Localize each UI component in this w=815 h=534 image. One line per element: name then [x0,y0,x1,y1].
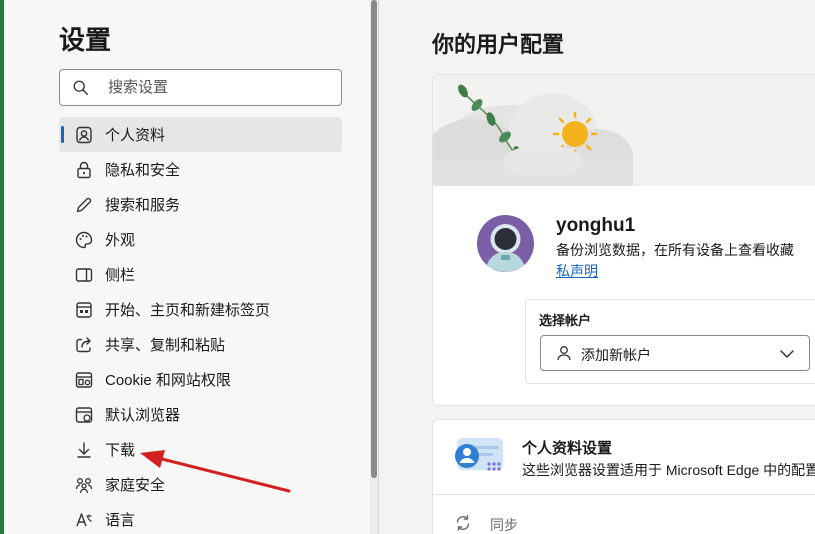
sidebar-scrollbar[interactable] [370,0,378,534]
sync-icon [456,515,470,531]
main-content: 你的用户配置 yonghu1 备份浏览数据，在所有设备上查看收藏 私声明 选择帐… [379,0,815,534]
profile-banner-illustration [433,75,815,186]
profile-icon [74,125,94,145]
sidebar-item-label: Cookie 和网站权限 [105,372,231,389]
sidebar-item-label: 隐私和安全 [105,162,181,179]
sidebar-title: 设置 [59,25,112,55]
chevron-down-icon [780,350,794,358]
sidebar-item-default-browser[interactable]: 默认浏览器 [59,397,342,432]
sidebar-icon [74,265,94,285]
sidebar-item-family[interactable]: 家庭安全 [59,467,342,502]
sidebar-item-privacy[interactable]: 隐私和安全 [59,152,342,187]
profile-settings-description: 这些浏览器设置适用于 Microsoft Edge 中的配置文 [522,462,815,478]
account-selector-label: 选择帐户 [539,313,592,328]
sync-label: 同步 [490,517,518,533]
pen-icon [74,195,94,215]
browser-icon [74,405,94,425]
sidebar-item-label: 外观 [105,232,136,249]
family-icon [74,475,94,495]
page-title: 你的用户配置 [432,32,565,57]
privacy-statement-link[interactable]: 私声明 [556,261,598,281]
site-permissions-icon [74,370,94,390]
sidebar-item-downloads[interactable]: 下载 [59,432,342,467]
home-page-icon [74,300,94,320]
sidebar-item-profile[interactable]: 个人资料 [59,117,342,152]
profile-description: 备份浏览数据，在所有设备上查看收藏 [556,242,794,258]
search-box[interactable] [59,69,342,106]
sidebar-item-label: 开始、主页和新建标签页 [105,302,271,319]
person-icon [557,346,571,361]
profile-settings-icon [455,438,503,471]
avatar[interactable] [477,215,534,272]
account-selector-panel: 选择帐户 添加新帐户 [525,299,815,384]
sidebar-item-label: 默认浏览器 [105,407,181,424]
settings-nav: 个人资料 隐私和安全 搜索和服务 外观 侧栏 开始、主页和新建标签页 共享、复制… [59,117,342,534]
share-icon [74,335,94,355]
search-icon [73,80,89,96]
sidebar-item-sidebar[interactable]: 侧栏 [59,257,342,292]
download-icon [74,440,94,460]
scrollbar-thumb[interactable] [371,0,377,478]
sidebar-item-label: 共享、复制和粘贴 [105,337,226,354]
sidebar-item-label: 侧栏 [105,267,136,284]
sidebar-item-label: 家庭安全 [105,477,166,494]
sidebar-item-search-services[interactable]: 搜索和服务 [59,187,342,222]
account-dropdown-value: 添加新帐户 [581,347,651,363]
sidebar-item-start-home[interactable]: 开始、主页和新建标签页 [59,292,342,327]
profile-card: yonghu1 备份浏览数据，在所有设备上查看收藏 私声明 选择帐户 添加新帐户 [432,74,815,406]
sidebar-item-label: 下载 [105,442,136,459]
lock-icon [74,160,94,180]
account-dropdown[interactable]: 添加新帐户 [540,335,810,371]
sidebar-item-label: 搜索和服务 [105,197,181,214]
sync-row[interactable]: 同步 [433,495,815,534]
sidebar-item-languages[interactable]: 语言 [59,502,342,534]
sidebar-item-cookies[interactable]: Cookie 和网站权限 [59,362,342,397]
profile-settings-card: 个人资料设置 这些浏览器设置适用于 Microsoft Edge 中的配置文 同… [432,419,815,534]
profile-settings-title: 个人资料设置 [522,440,613,457]
profile-username: yonghu1 [556,215,636,236]
palette-icon [74,230,94,250]
language-icon [74,510,94,530]
sidebar-item-share[interactable]: 共享、复制和粘贴 [59,327,342,362]
sidebar-item-appearance[interactable]: 外观 [59,222,342,257]
sidebar-item-label: 语言 [105,512,136,529]
search-input[interactable] [108,70,328,105]
sidebar-item-label: 个人资料 [105,127,166,144]
settings-sidebar: 设置 个人资料 隐私和安全 搜索和服务 [4,0,374,534]
